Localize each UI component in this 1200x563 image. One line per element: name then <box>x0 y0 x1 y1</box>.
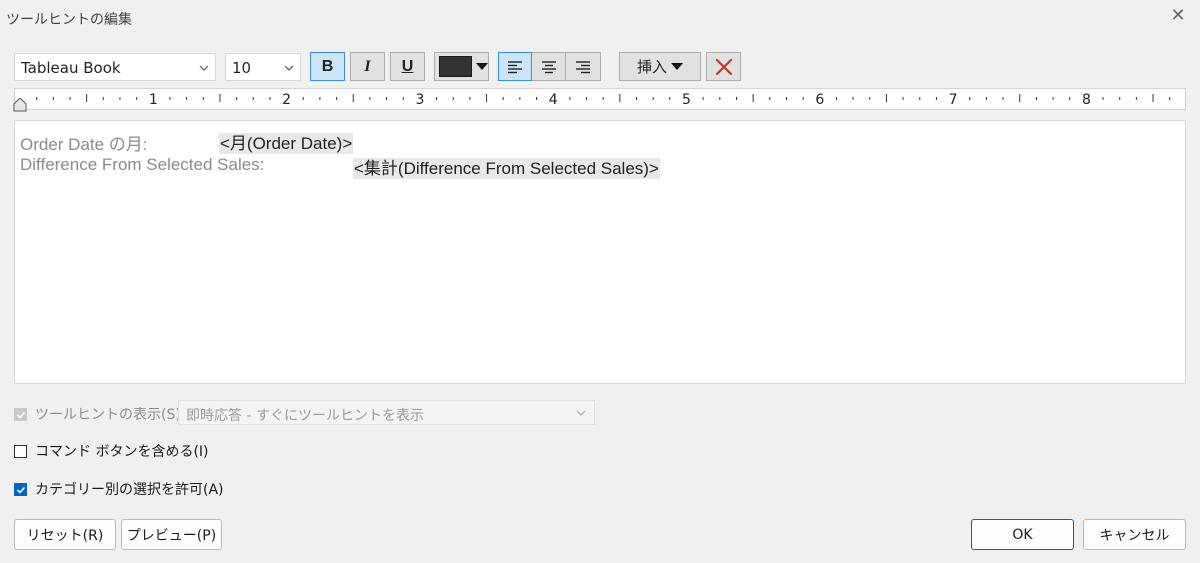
ruler-number: 4 <box>549 92 558 108</box>
check-icon <box>16 411 26 419</box>
show-tooltip-checkbox[interactable] <box>14 407 27 421</box>
show-tooltip-option: ツールヒントの表示(S) <box>14 404 181 424</box>
close-icon[interactable]: ✕ <box>1170 7 1186 25</box>
allow-category-label: カテゴリー別の選択を許可(A) <box>35 482 224 498</box>
align-center-button[interactable] <box>532 52 566 81</box>
font-family-select[interactable]: Tableau Book <box>14 53 216 81</box>
insert-label: 挿入 <box>636 58 667 76</box>
preview-label: プレビュー(P) <box>126 527 217 544</box>
align-center-icon <box>541 60 556 73</box>
chevron-down-icon <box>284 65 294 71</box>
chevron-down-icon <box>576 410 586 416</box>
tooltip-editor[interactable]: Order Date の月: <月(Order Date)> Differenc… <box>14 120 1186 384</box>
tooltip-mode-value: 即時応答 - すぐにツールヒントを表示 <box>186 408 424 424</box>
bold-label: B <box>321 57 334 75</box>
ruler-number: 2 <box>282 92 291 108</box>
allow-category-checkbox[interactable] <box>14 482 27 496</box>
check-icon <box>16 486 26 494</box>
allow-category-option: カテゴリー別の選択を許可(A) <box>14 479 224 499</box>
text-color-button[interactable] <box>434 52 489 81</box>
chevron-down-icon <box>199 65 209 71</box>
align-right-icon <box>576 60 590 73</box>
ruler-number: 5 <box>682 92 691 108</box>
preview-button[interactable]: プレビュー(P) <box>121 519 222 550</box>
caret-down-icon <box>671 62 683 70</box>
clear-button[interactable] <box>706 52 741 81</box>
editor-field-2: <集計(Difference From Selected Sales)> <box>353 154 660 179</box>
underline-button[interactable]: U <box>390 52 425 81</box>
line-label: Order Date の月: <box>20 135 148 154</box>
include-commands-checkbox[interactable] <box>14 444 27 458</box>
ruler-number: 6 <box>815 92 824 108</box>
title-bar: ツールヒントの編集 ✕ <box>0 0 1200 38</box>
italic-label: I <box>364 57 371 75</box>
ruler: 1 2 3 4 5 6 7 8 <box>14 88 1186 110</box>
field-token: <集計(Difference From Selected Sales)> <box>353 158 660 179</box>
underline-label: U <box>401 57 414 75</box>
ruler-scale: 1 2 3 4 5 6 7 8 <box>36 92 1186 108</box>
ruler-number: 8 <box>1082 92 1091 108</box>
editor-field-1: <月(Order Date)> <box>219 129 354 154</box>
reset-label: リセット(R) <box>26 527 104 544</box>
font-family-value: Tableau Book <box>21 59 121 77</box>
caret-down-icon <box>476 62 488 70</box>
field-token: <月(Order Date)> <box>219 133 354 154</box>
editor-line-2: Difference From Selected Sales: <box>20 155 264 175</box>
font-size-select[interactable]: 10 <box>225 53 301 81</box>
font-size-value: 10 <box>232 59 252 77</box>
ok-label: OK <box>1012 526 1033 543</box>
cancel-label: キャンセル <box>1099 527 1170 544</box>
ruler-number: 7 <box>949 92 958 108</box>
ok-button[interactable]: OK <box>971 519 1074 550</box>
align-right-button[interactable] <box>566 52 601 81</box>
bold-button[interactable]: B <box>310 52 345 81</box>
reset-button[interactable]: リセット(R) <box>14 519 116 550</box>
cancel-button[interactable]: キャンセル <box>1083 519 1186 550</box>
include-commands-option: コマンド ボタンを含める(I) <box>14 441 209 461</box>
ruler-number: 3 <box>415 92 424 108</box>
editor-line-1: Order Date の月: <box>20 130 148 155</box>
show-tooltip-label: ツールヒントの表示(S) <box>35 407 181 423</box>
ruler-number: 1 <box>149 92 158 108</box>
align-left-button[interactable] <box>498 52 532 81</box>
window-title: ツールヒントの編集 <box>6 12 132 28</box>
indent-marker-icon[interactable] <box>13 98 27 112</box>
include-commands-label: コマンド ボタンを含める(I) <box>35 444 209 460</box>
clear-x-icon <box>715 58 732 75</box>
align-left-icon <box>508 60 522 73</box>
italic-button[interactable]: I <box>350 52 385 81</box>
color-swatch <box>439 56 472 77</box>
insert-button[interactable]: 挿入 <box>619 52 701 81</box>
line-label: Difference From Selected Sales: <box>20 155 265 174</box>
tooltip-mode-select[interactable]: 即時応答 - すぐにツールヒントを表示 <box>178 400 595 425</box>
